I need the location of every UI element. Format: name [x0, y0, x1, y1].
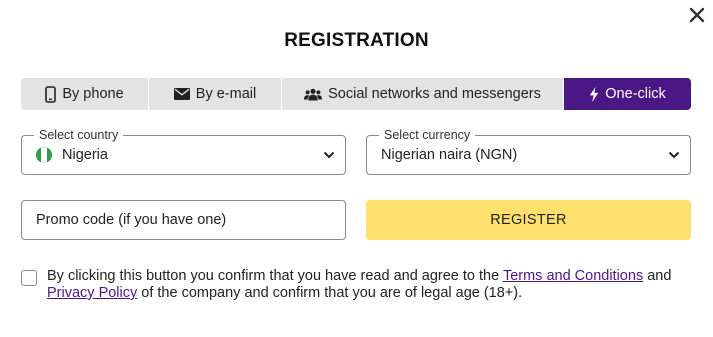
nigeria-flag-icon — [36, 147, 52, 163]
tab-label: By e-mail — [195, 86, 257, 102]
agreement-text-part-1: By clicking this button you confirm that… — [47, 268, 503, 284]
registration-method-tabs: By phone By e-mail Social networks and m… — [21, 78, 691, 110]
agreement-text-part-3: of the company and confirm that you are … — [137, 285, 523, 301]
register-button[interactable]: REGISTER — [366, 200, 691, 240]
tab-label: One-click — [605, 86, 666, 102]
agreement-text-part-2: and — [643, 268, 672, 284]
agreement-block: By clicking this button you confirm that… — [21, 268, 691, 302]
currency-select[interactable]: Select currency Nigerian naira (NGN) — [366, 128, 691, 175]
phone-icon — [45, 85, 57, 103]
envelope-icon — [173, 88, 190, 100]
tab-label: Social networks and messengers — [328, 86, 541, 102]
chevron-down-icon — [668, 151, 680, 159]
privacy-link[interactable]: Privacy Policy — [47, 285, 137, 301]
tab-by-email[interactable]: By e-mail — [149, 78, 282, 110]
chevron-down-icon — [323, 151, 335, 159]
users-icon — [304, 88, 323, 100]
agreement-text: By clicking this button you confirm that… — [47, 268, 691, 302]
tab-label: By phone — [62, 86, 124, 102]
promo-code-input[interactable]: Promo code (if you have one) — [21, 200, 346, 240]
promo-code-placeholder: Promo code (if you have one) — [36, 212, 227, 228]
country-select[interactable]: Select country Nigeria — [21, 128, 346, 175]
lightning-icon — [590, 86, 599, 102]
tab-one-click[interactable]: One-click — [564, 78, 691, 110]
currency-select-value: Nigerian naira (NGN) — [381, 147, 518, 163]
terms-link[interactable]: Terms and Conditions — [503, 268, 643, 284]
agreement-checkbox[interactable] — [21, 270, 37, 286]
register-button-label: REGISTER — [490, 212, 567, 228]
country-select-value: Nigeria — [62, 147, 108, 163]
currency-select-value-wrap: Nigerian naira (NGN) — [381, 136, 517, 174]
close-icon[interactable] — [688, 6, 706, 24]
flag-stripe-right — [46, 147, 52, 163]
tab-social-networks[interactable]: Social networks and messengers — [282, 78, 564, 110]
dialog-title: REGISTRATION — [284, 30, 429, 51]
country-select-value-wrap: Nigeria — [36, 136, 108, 174]
tab-by-phone[interactable]: By phone — [21, 78, 149, 110]
